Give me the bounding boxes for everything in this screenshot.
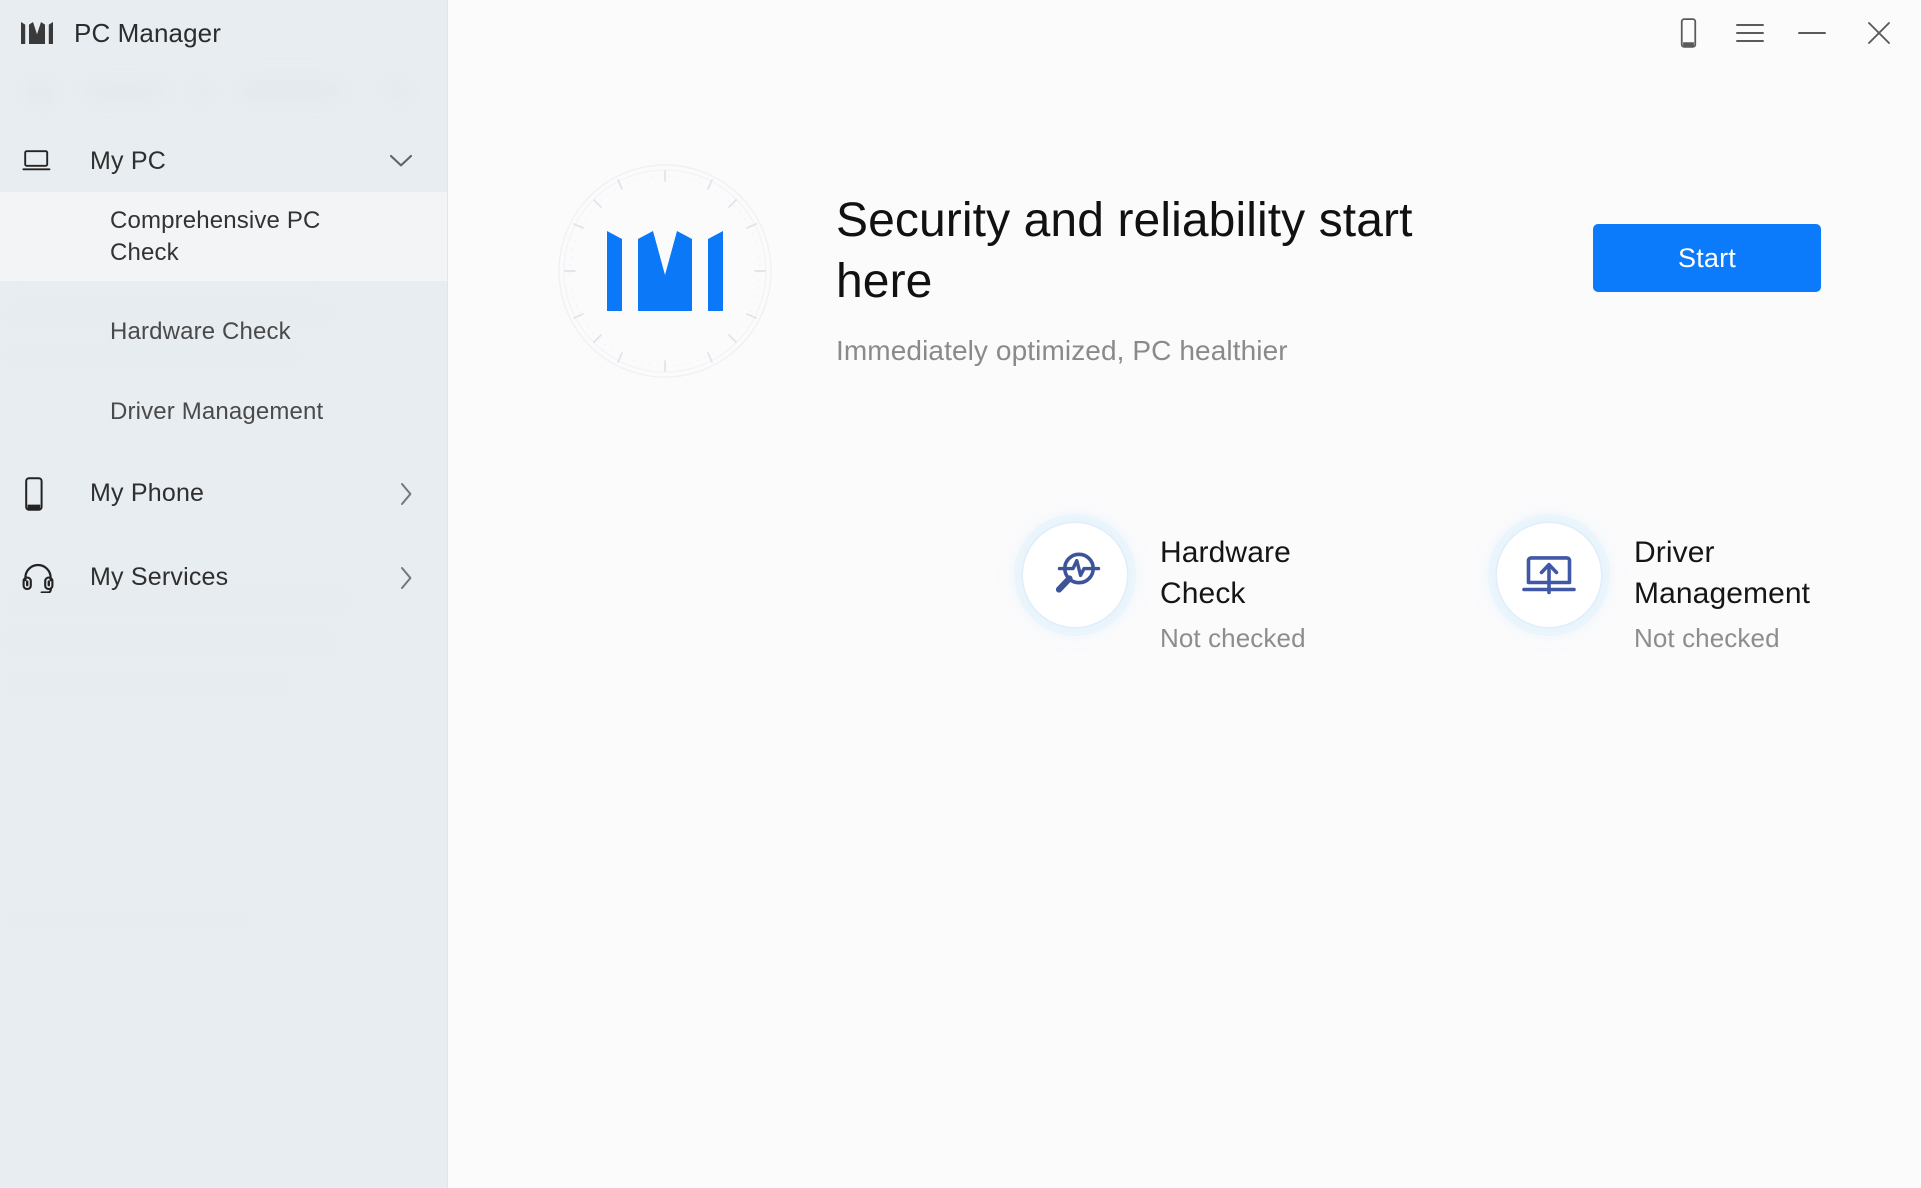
sidebar-item-my-services-label: My Services [90, 563, 229, 592]
start-button[interactable]: Start [1593, 224, 1821, 292]
card-icon-container [1488, 514, 1610, 636]
card-driver-management[interactable]: Driver Management Not checked [1488, 523, 1846, 654]
app-brand: PC Manager [0, 0, 447, 66]
sidebar-item-my-pc-label: My PC [90, 146, 166, 175]
hamburger-menu-icon[interactable] [1719, 8, 1781, 58]
sidebar-item-my-phone-label: My Phone [90, 479, 205, 508]
chevron-right-icon[interactable] [387, 482, 413, 506]
minimize-icon[interactable] [1781, 8, 1843, 58]
sidebar-item-comprehensive-pc-check[interactable]: Comprehensive PC Check [0, 192, 447, 282]
card-body: Driver Management Not checked [1634, 530, 1846, 654]
hero-subtitle: Immediately optimized, PC healthier [836, 334, 1288, 366]
card-hardware-check[interactable]: Hardware Check Not checked [1014, 523, 1372, 654]
hero-logo [556, 162, 774, 380]
card-status: Not checked [1634, 622, 1780, 653]
window-titlebar [448, 0, 1921, 66]
start-button-container: Start [1553, 166, 1921, 292]
sidebar-item-hardware-check-label: Hardware Check [110, 318, 291, 346]
headset-icon [22, 563, 68, 593]
card-status: Not checked [1160, 622, 1306, 653]
monitor-upload-icon [1522, 556, 1576, 595]
card-title: Driver Management [1634, 536, 1811, 611]
sidebar-nav: My PC Comprehensive PC Check Hardware Ch… [0, 130, 447, 609]
hero-banner: Security and reliability start here Imme… [448, 66, 1921, 380]
phone-icon[interactable] [1657, 8, 1719, 58]
app-title: PC Manager [74, 17, 221, 48]
sidebar-item-comprehensive-pc-check-label: Comprehensive PC Check [110, 207, 321, 266]
phone-icon [22, 476, 68, 511]
magnifier-pulse-icon [1055, 552, 1101, 593]
pc-manager-window: PC Manager My PC Comprehensive PC Check … [0, 0, 1921, 1188]
close-icon[interactable] [1843, 8, 1915, 58]
sidebar-item-my-services[interactable]: My Services [0, 547, 447, 609]
sidebar-item-my-phone[interactable]: My Phone [0, 463, 447, 525]
sidebar-item-driver-management-label: Driver Management [110, 398, 324, 426]
sidebar-item-my-pc[interactable]: My PC [0, 130, 447, 192]
main-content: Security and reliability start here Imme… [448, 0, 1921, 1188]
hero-text: Security and reliability start here Imme… [836, 166, 1476, 367]
sidebar-subitems-my-pc: Comprehensive PC Check Hardware Check Dr… [0, 192, 447, 441]
sidebar: PC Manager My PC Comprehensive PC Check … [0, 0, 448, 1188]
pcmanager-m-logo-icon [20, 20, 54, 46]
sidebar-item-hardware-check[interactable]: Hardware Check [0, 303, 447, 361]
chevron-down-icon[interactable] [387, 154, 413, 168]
hero-title: Security and reliability start here [836, 194, 1413, 309]
card-body: Hardware Check Not checked [1160, 530, 1372, 654]
sidebar-item-driver-management[interactable]: Driver Management [0, 383, 447, 441]
laptop-icon [22, 150, 68, 172]
chevron-right-icon[interactable] [387, 566, 413, 590]
pcmanager-m-logo-blue-icon [607, 231, 723, 311]
card-icon-container [1014, 514, 1136, 636]
status-cards: Hardware Check Not checked Driver Manage… [448, 380, 1921, 654]
card-title: Hardware Check [1160, 536, 1291, 611]
